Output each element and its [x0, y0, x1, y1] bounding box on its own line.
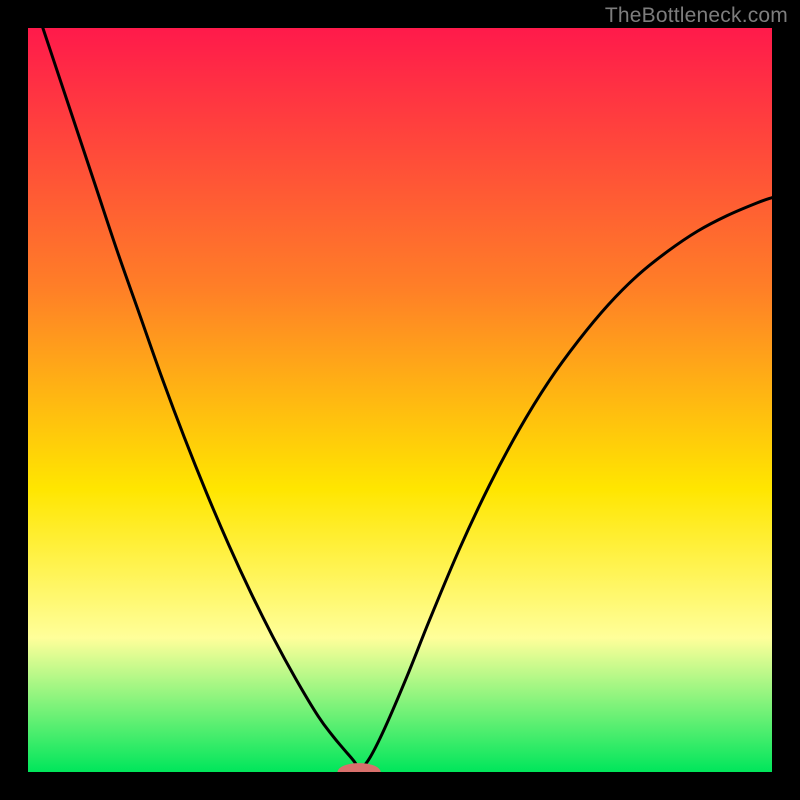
gradient-background [28, 28, 772, 772]
plot-area [28, 28, 772, 772]
watermark-text: TheBottleneck.com [605, 4, 788, 28]
chart-svg [28, 28, 772, 772]
chart-frame: TheBottleneck.com [0, 0, 800, 800]
